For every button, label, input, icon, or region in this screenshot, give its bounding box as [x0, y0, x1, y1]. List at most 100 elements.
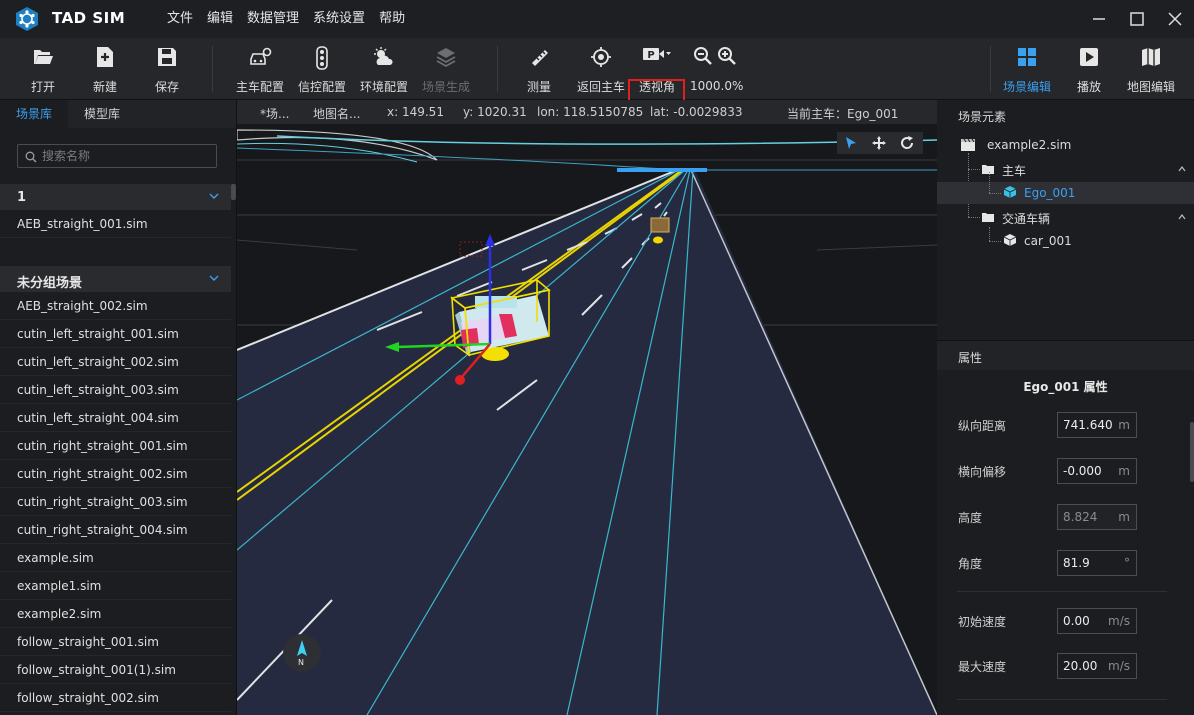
zoom-out-icon — [694, 47, 712, 65]
3d-scene-viewport[interactable]: *场... 地图名... x: 149.51 y: 1020.31 lon: 1… — [237, 100, 937, 715]
collapse-traffic-group-icon[interactable] — [1178, 214, 1186, 220]
property-unit: m/s — [1108, 659, 1130, 673]
play-icon — [1080, 48, 1098, 66]
property-input[interactable]: 0.00 m/s — [1057, 608, 1137, 634]
tree-connector — [989, 241, 1001, 242]
scene-file-list: 1 AEB_straight_001.sim 未分组场景 AEB_straight_0… — [0, 184, 231, 712]
scene-file-item[interactable]: cutin_left_straight_003.sim — [0, 376, 231, 404]
tree-connector — [968, 169, 980, 170]
scene-elements-title: 场景元素 — [958, 110, 1007, 124]
scene-file-item[interactable]: example2.sim — [0, 600, 231, 628]
collapse-ego-group-icon[interactable] — [1178, 166, 1186, 172]
property-unit: m/s — [1108, 614, 1130, 628]
scene-generation-button[interactable]: 场景生成 — [415, 38, 477, 100]
compass[interactable]: N — [283, 634, 321, 672]
zoom-level: 1000.0% — [690, 79, 744, 93]
map-edit-icon — [1142, 48, 1160, 66]
ruler-icon — [532, 50, 548, 66]
grid-edit-icon — [1018, 48, 1036, 66]
app-title: TAD SIM — [52, 9, 126, 27]
property-label: 初始速度 — [958, 615, 1007, 629]
select-cursor-icon[interactable] — [843, 135, 859, 151]
scene-file-item[interactable]: follow_straight_001(1).sim — [0, 656, 231, 684]
property-value: 741.640 — [1063, 418, 1113, 432]
zoom-in-icon — [718, 47, 736, 65]
app-logo-icon — [16, 7, 38, 31]
scene-file-item[interactable]: cutin_left_straight_001.sim — [0, 320, 231, 348]
tab-model-library[interactable]: 模型库 — [68, 100, 136, 128]
menu-help[interactable]: 帮助 — [372, 0, 412, 38]
map-edit-button[interactable]: 地图编辑 — [1120, 38, 1182, 100]
scene-group-name: 1 — [17, 190, 27, 205]
left-panel-tabs: 场景库 模型库 — [0, 100, 236, 128]
title-bar: TAD SIM 文件 编辑 数据管理 系统设置 帮助 — [0, 0, 1194, 38]
tree-connector — [989, 227, 990, 241]
property-label: 最大速度 — [958, 660, 1007, 674]
search-input[interactable] — [42, 147, 212, 165]
menu-edit[interactable]: 编辑 — [200, 0, 240, 38]
scene-file-item[interactable]: cutin_right_straight_002.sim — [0, 460, 231, 488]
property-value: 0.00 — [1063, 614, 1090, 628]
toolbar: 打开 新建 保存 主车配置 信控配置 环境配置 场景生成 测量 返回主车 P 透… — [0, 38, 1194, 136]
property-separator — [957, 591, 1167, 592]
menu-system-settings[interactable]: 系统设置 — [306, 0, 372, 38]
scene-file-item[interactable]: AEB_straight_002.sim — [0, 292, 231, 320]
chevron-down-icon — [209, 275, 219, 281]
scene-file-item[interactable]: example1.sim — [0, 572, 231, 600]
layers-icon — [436, 48, 456, 68]
scene-file-item[interactable]: follow_straight_001.sim — [0, 628, 231, 656]
property-label: 纵向距离 — [958, 419, 1007, 433]
property-value: 81.9 — [1063, 556, 1090, 570]
new-file-icon — [97, 47, 113, 67]
move-icon[interactable] — [871, 135, 887, 151]
tree-connector — [989, 172, 990, 193]
scene-file-item[interactable]: cutin_right_straight_001.sim — [0, 432, 231, 460]
menu-file[interactable]: 文件 — [160, 0, 200, 38]
property-input[interactable]: 81.9 ° — [1057, 550, 1137, 576]
latitude: lat: -0.0029833 — [650, 105, 743, 119]
perspective-view-button[interactable]: P 透视角 — [626, 38, 688, 100]
viewport-tools — [837, 132, 923, 154]
property-input[interactable]: 741.640 m — [1057, 412, 1137, 438]
maximize-icon — [1130, 12, 1144, 26]
scene-file-item[interactable]: cutin_left_straight_004.sim — [0, 404, 231, 432]
property-input[interactable]: -0.000 m — [1057, 458, 1137, 484]
viewport-info-bar: *场... 地图名... x: 149.51 y: 1020.31 lon: 1… — [237, 100, 937, 124]
menu-data-management[interactable]: 数据管理 — [240, 0, 306, 38]
close-button[interactable] — [1156, 0, 1194, 38]
scene-file-item[interactable]: AEB_straight_001.sim — [0, 210, 231, 238]
property-unit: m — [1118, 464, 1130, 478]
tree-connector — [968, 217, 980, 218]
scene-file-item[interactable]: cutin_left_straight_002.sim — [0, 348, 231, 376]
property-unit: ° — [1124, 556, 1130, 570]
property-value: 20.00 — [1063, 659, 1098, 673]
scene-file-item[interactable]: example.sim — [0, 544, 231, 572]
rotate-icon[interactable] — [899, 135, 915, 151]
left-panel-scrollbar[interactable] — [231, 184, 236, 200]
property-label: 横向偏移 — [958, 465, 1007, 479]
right-panel-scrollbar[interactable] — [1190, 422, 1194, 482]
scene-group-header[interactable]: 1 — [0, 184, 231, 210]
minimize-icon — [1093, 18, 1105, 20]
scene-file-item[interactable]: follow_straight_002.sim — [0, 684, 231, 712]
traffic-light-icon — [316, 46, 328, 70]
scene-library-panel: 场景库 模型库 1 AEB_straight_001.sim 未分组场景AEB_st… — [0, 100, 237, 715]
tree-node-ego-001[interactable]: Ego_001 — [937, 172, 1194, 204]
weather-icon — [374, 47, 393, 65]
maximize-button[interactable] — [1118, 0, 1156, 38]
scene-file-item[interactable]: cutin_right_straight_004.sim — [0, 516, 231, 544]
minimize-button[interactable] — [1080, 0, 1118, 38]
search-icon — [25, 151, 37, 163]
properties-panel: 场景元素 example2.sim 主车 Ego_001 交通车辆 car_00… — [937, 100, 1194, 715]
property-input[interactable]: 20.00 m/s — [1057, 653, 1137, 679]
close-icon — [1168, 12, 1182, 26]
save-button[interactable]: 保存 — [136, 38, 198, 100]
svg-text:P: P — [647, 50, 654, 61]
scene-group-header[interactable]: 未分组场景 — [0, 266, 231, 292]
property-unit: m — [1118, 418, 1130, 432]
scene-render[interactable] — [237, 100, 937, 715]
car-settings-icon — [250, 47, 272, 65]
tab-scene-library[interactable]: 场景库 — [0, 100, 69, 128]
scene-file-item[interactable]: cutin_right_straight_003.sim — [0, 488, 231, 516]
